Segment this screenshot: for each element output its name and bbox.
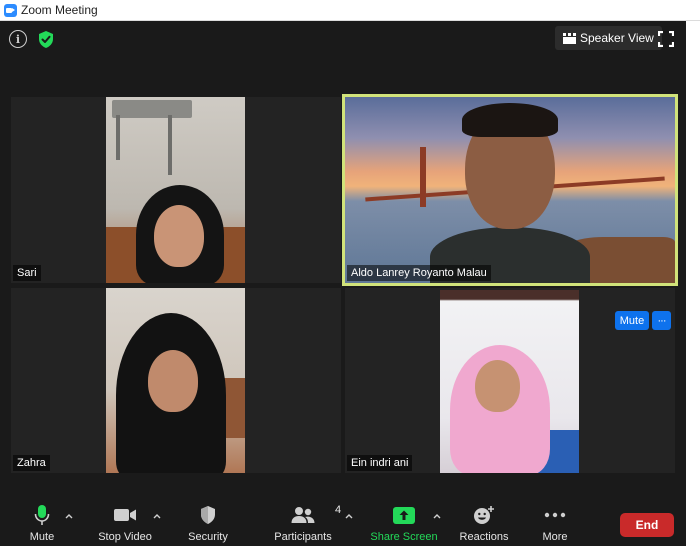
more-button[interactable]: More [540,504,570,543]
participant-mute-button[interactable]: Mute [615,311,649,330]
reactions-label: Reactions [459,531,509,543]
more-dots-icon [544,512,566,518]
caret-up-icon[interactable] [433,512,441,520]
video-tile-sari[interactable]: Sari [11,97,341,283]
mute-label: Mute [29,531,55,543]
participant-video [345,97,675,283]
meeting-toolbar: Mute Stop Video Security 4 Participants … [0,496,686,546]
zoom-logo-icon [4,3,17,17]
security-button[interactable]: Security [186,504,230,543]
participant-name: Aldo Lanrey Royanto Malau [347,265,491,281]
security-label: Security [188,531,228,543]
participant-video [106,97,245,283]
share-screen-button[interactable]: Share Screen [370,504,438,543]
end-meeting-button[interactable]: End [620,513,674,537]
caret-up-icon[interactable] [65,512,73,520]
fullscreen-icon[interactable] [658,31,674,47]
participant-name: Ein indri ani [347,455,413,471]
participant-more-button[interactable]: ··· [652,311,671,330]
security-shield-icon [201,506,215,524]
shield-check-icon[interactable] [37,30,55,49]
participant-video [440,290,579,473]
participants-label: Participants [274,531,332,543]
speaker-view-label: Speaker View [580,31,654,45]
video-camera-icon [114,509,136,521]
video-tile-zahra[interactable]: Zahra [11,288,341,473]
share-screen-label: Share Screen [370,531,438,543]
participant-name: Zahra [13,455,50,471]
reactions-icon [474,506,494,524]
window-edge [686,21,700,546]
participant-name: Sari [13,265,41,281]
window-title: Zoom Meeting [21,3,98,17]
participants-button[interactable]: 4 Participants [272,504,341,543]
stop-video-label: Stop Video [98,531,152,543]
more-label: More [542,531,568,543]
mute-button[interactable]: Mute [26,504,58,543]
caret-up-icon[interactable] [153,512,161,520]
microphone-icon [34,505,50,525]
speaker-view-button[interactable]: Speaker View [555,26,662,50]
participants-count: 4 [335,504,342,516]
participants-icon [291,507,315,523]
meeting-area: i Speaker View Sari Aldo Lanrey Royanto … [0,21,686,546]
stop-video-button[interactable]: Stop Video [96,504,154,543]
speaker-view-icon [563,32,576,44]
info-icon[interactable]: i [9,30,27,48]
caret-up-icon[interactable] [345,512,353,520]
title-bar: Zoom Meeting [0,0,700,21]
share-screen-icon [393,506,415,524]
reactions-button[interactable]: Reactions [459,504,509,543]
participant-video [106,288,245,473]
video-tile-aldo[interactable]: Aldo Lanrey Royanto Malau [342,94,678,286]
